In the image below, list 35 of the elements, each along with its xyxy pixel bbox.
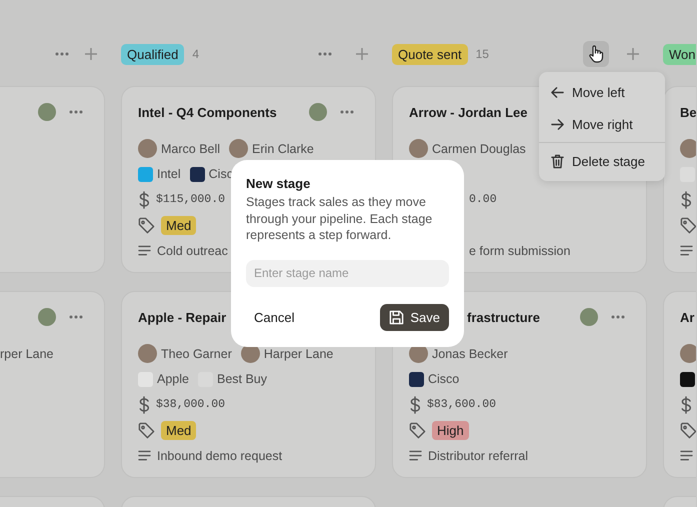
person-name: rper Lane [0, 346, 54, 361]
person-name: Jonas Becker [432, 346, 508, 361]
company-name: Apple [157, 372, 189, 386]
card-title: Intel - Q4 Components [138, 104, 277, 120]
deal-amount: 0.00 [469, 193, 497, 206]
stage-badge: Won [663, 44, 696, 64]
stage-count: 4 [192, 47, 199, 61]
card-title: Ar [680, 310, 694, 324]
source-note: Distributor referral [428, 448, 528, 463]
person-name: Carmen Douglas [432, 142, 526, 156]
stage-badge: Qualified [121, 44, 184, 64]
card-title: Arrow - Jordan Lee [409, 104, 528, 120]
card-title: Apple - Repair [138, 310, 226, 324]
source-note: Inbound demo request [157, 448, 282, 463]
person-name: Marco Bell [161, 142, 220, 156]
person-name: Harper Lane [264, 346, 334, 361]
card-title: Be [680, 104, 696, 120]
priority-tag: Med [161, 420, 196, 440]
person-name: Theo Garner [161, 346, 232, 361]
deal-amount: $115,000.0 [156, 193, 226, 206]
stage-count: 15 [476, 47, 489, 61]
card-title: frastructure [467, 310, 540, 324]
priority-tag: High [432, 420, 469, 440]
dialog-description: Stages track sales as they move through your pipeline. Each stage represents a step forward. [246, 194, 434, 244]
priority-tag: Med [161, 216, 196, 235]
stage-badge: Quote sent [392, 44, 468, 64]
company-name: Cisco [428, 372, 460, 386]
source-note: e form submission [469, 244, 570, 258]
company-name: Intel [157, 167, 181, 182]
deal-amount: $83,600.00 [427, 398, 496, 412]
person-name: Erin Clarke [252, 142, 314, 156]
deal-amount: $38,000.00 [156, 398, 226, 412]
dialog-title: New stage [246, 176, 312, 191]
source-note: Cold outreac [157, 244, 228, 258]
company-name: Best Buy [216, 372, 268, 386]
